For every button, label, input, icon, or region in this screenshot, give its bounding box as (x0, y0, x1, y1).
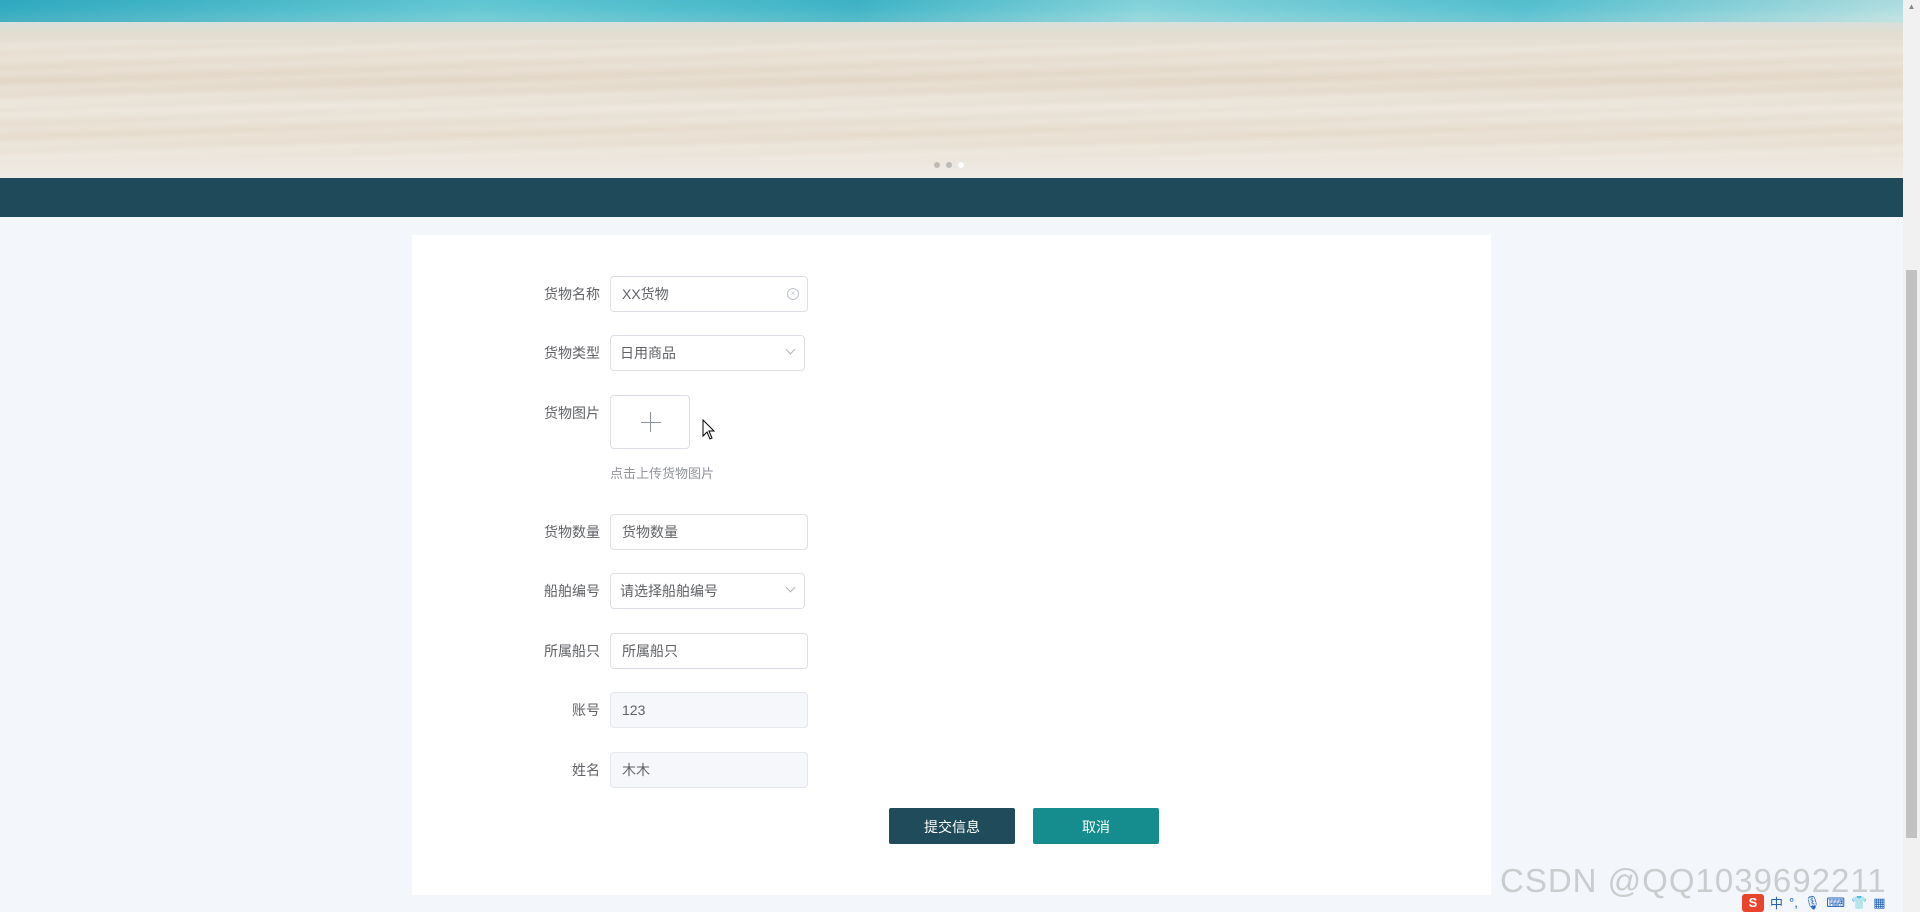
ship-owner-label: 所属船只 (544, 643, 600, 659)
carousel-dot-1[interactable] (934, 162, 940, 168)
form-row-ship-number: 船舶编号 请选择船舶编号 (412, 573, 1491, 609)
form-row-name: 姓名 木木 (412, 752, 1491, 788)
scroll-up-arrow-icon[interactable]: ▲ (1903, 0, 1920, 14)
account-value: 123 (622, 702, 646, 718)
goods-form: 货物名称 XX货物 × 货物类型 日用商品 货物图片 点击上传货物图片 货物数量… (412, 235, 1491, 895)
ship-owner-input[interactable]: 所属船只 (610, 633, 808, 669)
ship-number-label: 船舶编号 (544, 583, 600, 599)
shirt-icon[interactable]: 👕 (1851, 895, 1867, 911)
goods-quantity-input[interactable]: 货物数量 (610, 514, 808, 550)
carousel-indicators (934, 162, 964, 168)
ship-number-placeholder: 请选择船舶编号 (620, 583, 718, 599)
grid-icon[interactable]: ▦ (1873, 895, 1885, 911)
ime-lang[interactable]: 中 (1770, 893, 1783, 912)
goods-image-label: 货物图片 (544, 405, 600, 421)
chevron-down-icon (785, 582, 796, 593)
upload-tip: 点击上传货物图片 (610, 466, 715, 481)
goods-type-label: 货物类型 (544, 345, 600, 361)
nav-bar (0, 178, 1903, 217)
sogou-logo-icon[interactable]: S (1742, 893, 1764, 912)
carousel-dot-2[interactable] (946, 162, 952, 168)
cancel-button[interactable]: 取消 (1033, 808, 1159, 844)
goods-name-label: 货物名称 (544, 286, 600, 302)
goods-name-input[interactable]: XX货物 × (610, 276, 808, 312)
mic-icon[interactable]: 🎙 (1804, 895, 1821, 911)
chevron-down-icon (785, 344, 796, 355)
keyboard-icon[interactable]: ⌨ (1826, 895, 1845, 911)
punctuation-icon[interactable]: °, (1789, 895, 1798, 910)
mouse-cursor-icon (702, 419, 716, 440)
goods-type-select[interactable]: 日用商品 (610, 335, 805, 371)
submit-button[interactable]: 提交信息 (889, 808, 1015, 844)
scroll-thumb[interactable] (1906, 270, 1917, 838)
goods-name-value: XX货物 (622, 286, 669, 302)
carousel-dot-3[interactable] (958, 162, 964, 168)
form-row-ship-owner: 所属船只 所属船只 (412, 633, 1491, 669)
name-label: 姓名 (572, 762, 600, 778)
form-row-goods-quantity: 货物数量 货物数量 (412, 514, 1491, 550)
image-upload-button[interactable] (610, 395, 690, 449)
name-input: 木木 (610, 752, 808, 788)
form-row-goods-type: 货物类型 日用商品 (412, 335, 1491, 371)
goods-type-value: 日用商品 (620, 345, 676, 361)
form-row-goods-name: 货物名称 XX货物 × (412, 276, 1491, 312)
clear-icon[interactable]: × (787, 288, 799, 300)
ship-number-select[interactable]: 请选择船舶编号 (610, 573, 805, 609)
form-row-goods-image: 货物图片 点击上传货物图片 (412, 395, 1491, 495)
account-input: 123 (610, 692, 808, 728)
page-scrollbar[interactable]: ▲ (1903, 0, 1920, 912)
goods-quantity-label: 货物数量 (544, 524, 600, 540)
account-label: 账号 (572, 702, 600, 718)
name-value: 木木 (622, 762, 650, 778)
goods-quantity-placeholder: 货物数量 (622, 524, 678, 540)
ship-owner-placeholder: 所属船只 (622, 643, 678, 659)
plus-icon (641, 422, 661, 423)
form-row-account: 账号 123 (412, 692, 1491, 728)
hero-banner (0, 0, 1903, 178)
ime-toolbar[interactable]: S 中 °, 🎙 ⌨ 👕 ▦ (1742, 893, 1886, 912)
